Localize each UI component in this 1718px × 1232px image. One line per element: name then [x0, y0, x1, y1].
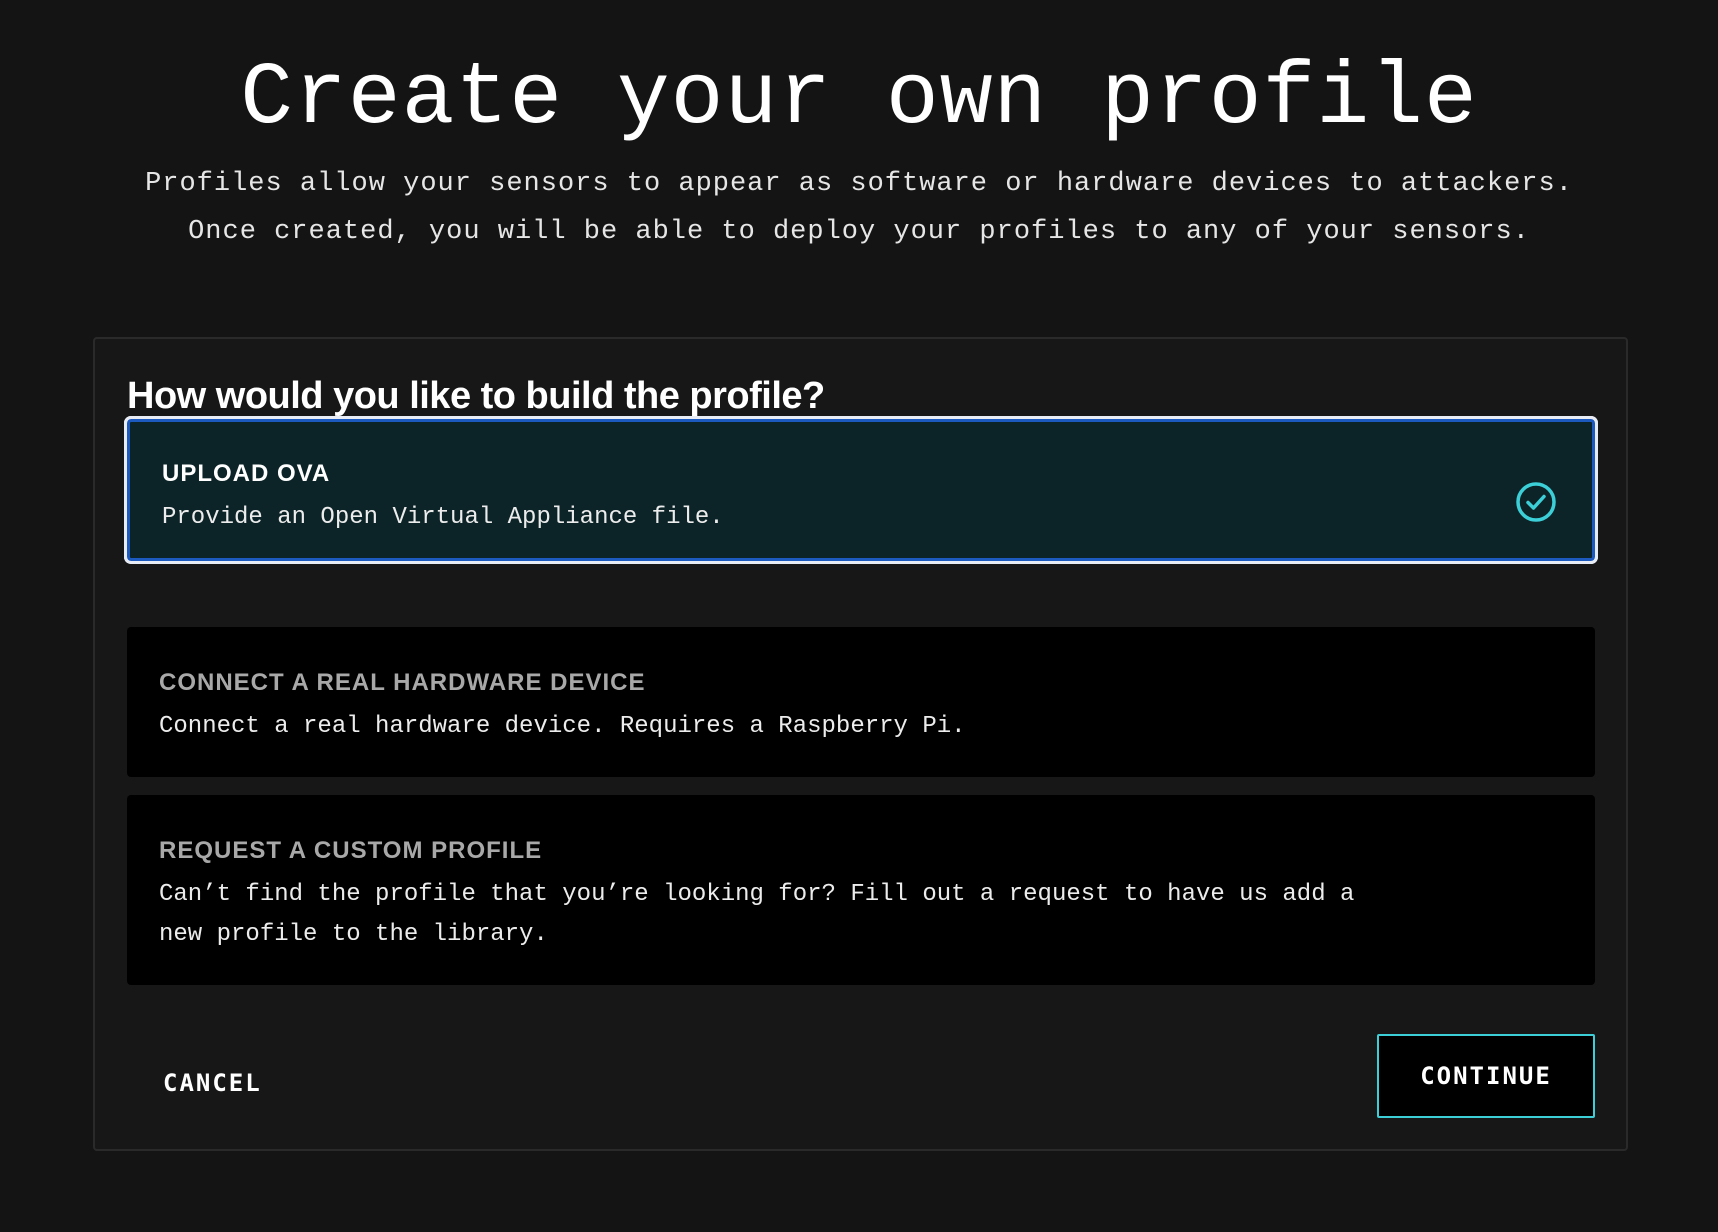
option-title: REQUEST A CUSTOM PROFILE	[159, 837, 543, 864]
build-method-question: How would you like to build the profile?	[127, 375, 825, 417]
page-title: Create your own profile	[240, 50, 1478, 149]
option-description: Connect a real hardware device. Requires…	[159, 713, 966, 740]
check-circle-icon	[1516, 482, 1556, 522]
page-subtitle: Profiles allow your sensors to appear as…	[145, 169, 1573, 247]
cancel-button[interactable]: CANCEL	[151, 1053, 274, 1113]
option-upload-ova[interactable]: UPLOAD OVA Provide an Open Virtual Appli…	[124, 416, 1598, 564]
option-title: UPLOAD OVA	[162, 460, 331, 487]
build-profile-card: How would you like to build the profile?…	[93, 337, 1628, 1151]
option-request-custom-profile[interactable]: REQUEST A CUSTOM PROFILE Can’t find the …	[127, 795, 1595, 985]
option-title: CONNECT A REAL HARDWARE DEVICE	[159, 669, 646, 696]
option-description: Can’t find the profile that you’re looki…	[159, 881, 1355, 948]
continue-button[interactable]: CONTINUE	[1377, 1034, 1595, 1118]
option-connect-hardware[interactable]: CONNECT A REAL HARDWARE DEVICE Connect a…	[127, 627, 1595, 777]
option-description: Provide an Open Virtual Appliance file.	[162, 504, 724, 531]
